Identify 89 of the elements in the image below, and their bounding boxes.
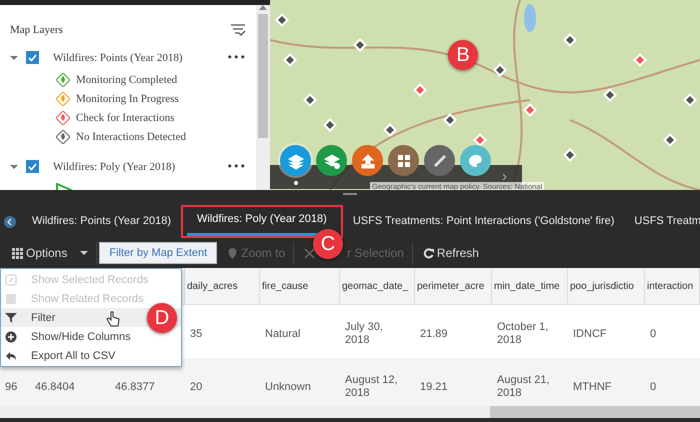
column-header: perimeter_acre xyxy=(415,268,492,304)
close-icon xyxy=(304,248,316,258)
scroll-up-icon[interactable] xyxy=(259,5,267,10)
plus-circle-icon xyxy=(5,330,17,342)
select-icon xyxy=(5,274,17,286)
column-header: min_date_time xyxy=(492,268,568,304)
table-cell-text: 20 xyxy=(189,380,204,395)
fire-marker-icon[interactable] xyxy=(283,53,297,67)
map-tool-button[interactable] xyxy=(316,145,347,176)
column-header: poo_jurisdictio xyxy=(568,268,645,304)
more-button[interactable]: ••• xyxy=(226,160,246,173)
table-cell-text: Unknown xyxy=(264,380,312,395)
map-tool-button[interactable] xyxy=(280,145,311,176)
table-cell-text: IDNCF xyxy=(572,326,608,342)
callout-badge: C xyxy=(313,229,343,259)
callout-badge: D xyxy=(147,303,177,333)
fire-marker-icon[interactable] xyxy=(663,133,677,147)
map-tool-button[interactable] xyxy=(424,145,455,176)
table-cell-text: August 21, 2018 xyxy=(496,373,551,401)
grid-icon xyxy=(12,248,23,258)
column-header: daily_acres xyxy=(185,268,260,304)
map-tool-button[interactable] xyxy=(388,145,419,176)
lake-drawing xyxy=(524,4,536,32)
next-button[interactable]: › xyxy=(502,168,507,185)
table-cell-text: 0 xyxy=(649,380,658,395)
filter-extent-button[interactable]: Filter by Map Extent xyxy=(99,242,218,264)
layer-title: Wildfires: Poly (Year 2018) xyxy=(52,160,176,172)
fire-marker-icon[interactable] xyxy=(323,118,337,132)
column-header: geomac_date_ xyxy=(340,268,415,304)
horizontal-scrollbar[interactable] xyxy=(0,406,700,418)
upload-icon xyxy=(358,152,376,170)
legend-label: Monitoring In Progress xyxy=(76,92,179,104)
tab[interactable]: USFS Treatm xyxy=(624,208,700,234)
table-cell-text: July 30, 2018 xyxy=(344,320,384,348)
fire-marker-icon[interactable] xyxy=(275,13,289,27)
tab[interactable]: Wildfires: Points (Year 2018) xyxy=(22,208,181,234)
refresh-icon xyxy=(422,248,434,258)
table-cell-text: 0 xyxy=(649,326,658,342)
toolbar-button[interactable]: Refresh xyxy=(414,242,487,264)
layer-checkbox[interactable] xyxy=(26,160,39,173)
fire-marker-icon[interactable] xyxy=(413,83,427,97)
caret-icon xyxy=(80,250,88,256)
column-header: fire_cause xyxy=(260,268,340,304)
fire-marker-icon[interactable] xyxy=(493,63,507,77)
filter-icon xyxy=(5,312,17,324)
table-cell-text: MTHNF xyxy=(572,380,612,395)
hand-cursor-icon xyxy=(106,311,120,327)
fire-marker-icon[interactable] xyxy=(563,148,577,162)
fire-marker-icon[interactable] xyxy=(563,33,577,47)
legend-label: Check for Interactions xyxy=(76,112,174,124)
fire-marker-icon[interactable] xyxy=(633,53,647,67)
map-tool-button[interactable] xyxy=(460,145,491,176)
table-cell-text: 19.21 xyxy=(419,380,449,395)
table-cell-text: 46.8377 xyxy=(114,380,156,395)
layers-plus-icon xyxy=(322,152,340,170)
callout-badge: B xyxy=(448,40,478,70)
table-cell-text: 96 xyxy=(4,380,18,395)
table-cell-text: 46.8404 xyxy=(34,380,76,395)
back-icon[interactable] xyxy=(4,216,16,228)
table-cell-text: 35 xyxy=(189,326,204,342)
tab[interactable]: USFS Treatments: Point Interactions ('Goldstone' fire) xyxy=(342,208,624,234)
scrollbar[interactable] xyxy=(256,5,270,190)
legend-label: Monitoring Completed xyxy=(76,74,178,86)
column-header: interaction xyxy=(645,268,700,304)
fire-marker-icon[interactable] xyxy=(383,123,397,137)
fire-marker-icon[interactable] xyxy=(353,38,367,52)
fire-marker-icon[interactable] xyxy=(523,103,537,117)
table-cell-text: August 12, 2018 xyxy=(344,373,399,401)
resize-handle[interactable] xyxy=(343,193,357,195)
fire-marker-icon[interactable] xyxy=(603,88,617,102)
map-tool-button[interactable] xyxy=(352,145,383,176)
layers-icon xyxy=(286,152,304,170)
fire-marker-icon[interactable] xyxy=(303,93,317,107)
table-cell-text: 21.89 xyxy=(419,326,449,342)
reply-arrow-icon xyxy=(5,350,17,362)
table-cell-text: Natural xyxy=(264,326,302,342)
panel-heading: Map Layers xyxy=(10,24,63,36)
fire-marker-icon[interactable] xyxy=(683,93,697,107)
layer-title: Wildfires: Points (Year 2018) xyxy=(52,52,184,64)
table-cell-text: October 1, 2018 xyxy=(496,320,550,348)
legend-label: No Interactions Detected xyxy=(76,130,186,142)
pin-icon xyxy=(227,248,238,258)
layer-checkbox[interactable] xyxy=(26,51,39,64)
filter-list-icon[interactable] xyxy=(230,23,246,37)
caret-icon[interactable] xyxy=(10,164,18,170)
caret-icon[interactable] xyxy=(10,54,18,60)
more-button[interactable]: ••• xyxy=(226,51,246,64)
fire-marker-icon[interactable] xyxy=(443,113,457,127)
options-button[interactable]: Options xyxy=(4,242,98,264)
